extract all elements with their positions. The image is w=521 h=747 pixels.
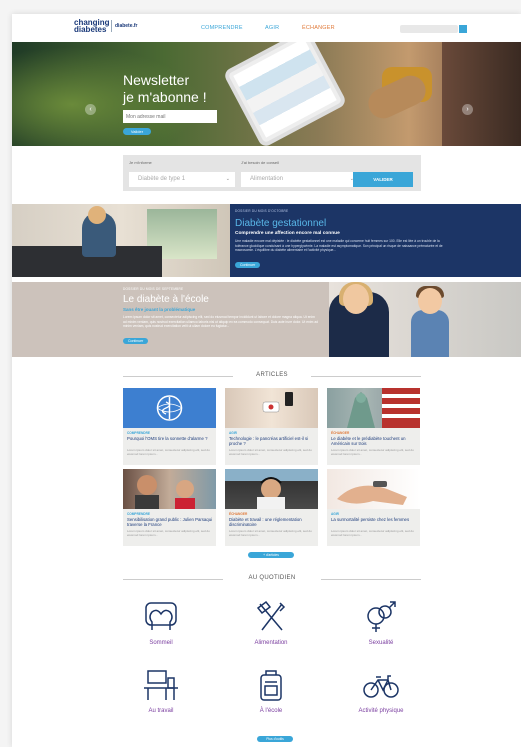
feature-body: Une maladie encore mal dépistée : le dia… [235,239,443,253]
article-card[interactable]: ÉCHANGER Le diabète et le prédiabète tou… [327,388,420,465]
article-excerpt: Lorem ipsum dolor sit amet, consectetur … [229,529,312,537]
nav-agir[interactable]: AGIR [265,25,279,31]
cyclist-portrait-image [123,469,216,509]
pilot-cockpit-image [225,469,318,509]
logo-divider [111,20,112,32]
nav-comprendre[interactable]: COMPRENDRE [201,25,243,31]
more-articles-button[interactable]: + d'articles [248,552,294,558]
filter-label-advice: J'ai besoin de conseil [241,160,279,165]
carousel-prev-icon[interactable]: ‹ [85,104,96,115]
daily-item-food[interactable]: Alimentation [231,600,311,646]
carousel-next-icon[interactable]: › [462,104,473,115]
filter-bar: Je m'informe J'ai besoin de conseil Diab… [123,155,421,191]
search-button[interactable] [459,25,467,33]
daily-item-work[interactable]: Au travail [121,668,201,714]
daily-label: Sommeil [149,640,173,646]
feature-title[interactable]: Diabète gestationnel [235,218,521,229]
cutlery-icon [256,600,286,631]
gender-icon [367,601,396,632]
logo-line2: diabetes [74,25,107,34]
articles-heading: ARTICLES [123,371,421,381]
daily-item-sleep[interactable]: Sommeil [121,600,201,646]
article-card[interactable]: COMPRENDRE Pourquoi l'OMS tire la sonnet… [123,388,216,465]
header: changing diabetes diabete.fr COMPRENDRE … [12,14,521,42]
bicycle-icon [363,675,399,698]
article-excerpt: Lorem ipsum dolor sit amet, consectetur … [331,529,414,537]
select-diabetes-type[interactable]: Diabète de type 1 ⌄ [129,172,235,187]
sleep-icon [145,602,177,630]
daily-label: Alimentation [254,640,288,646]
nav-echanger[interactable]: ÉCHANGER [302,25,335,31]
newsletter-email-input[interactable] [123,110,217,123]
tablet-image [222,42,348,146]
feature-continue-button[interactable]: Continuer [123,337,149,344]
feature-school-diabetes: DOSSIER DU MOIS DE SEPTEMBRE Le diabète … [12,282,521,357]
logo-site: diabete.fr [115,23,138,29]
article-category: AGIR [229,431,237,435]
newsletter-submit-button[interactable]: Valider [123,128,151,135]
glucose-test-image [327,469,420,509]
feature-subtitle: Comprendre une affection encore mal conn… [235,231,340,236]
article-category: ÉCHANGER [331,431,350,435]
desk-icon [144,670,178,700]
feature-continue-button[interactable]: Continuer [235,261,261,268]
feature-gestational-diabetes: DOSSIER DU MOIS D'OCTOBRE Diabète gestat… [12,204,521,277]
article-excerpt: Lorem ipsum dolor sit amet, consectetur … [331,448,414,456]
article-card[interactable]: AGIR Technologie : le pancréas artificie… [225,388,318,465]
statue-of-liberty-image [327,388,420,428]
search-input[interactable] [400,25,458,33]
page: changing diabetes diabete.fr COMPRENDRE … [12,14,521,747]
filter-label-info: Je m'informe [129,160,152,165]
feature-title[interactable]: Le diabète à l'école [123,294,318,305]
chevron-down-icon: ⌄ [225,176,230,182]
more-tools-button[interactable]: Plus d'outils [257,736,293,742]
article-category: AGIR [331,512,339,516]
daily-item-activity[interactable]: Activité physique [341,668,421,714]
backpack-icon [260,670,282,701]
daily-label: À l'école [259,708,283,714]
article-title[interactable]: Technologie : le pancréas artificiel est… [229,436,315,446]
article-title[interactable]: Sensibilisation grand public : Julien Pa… [127,517,213,527]
feature-tag: DOSSIER DU MOIS D'OCTOBRE [235,209,289,213]
article-title[interactable]: Pourquoi l'OMS tire la sonnette d'alarme… [127,436,213,441]
hero-title: Newsletter je m'abonne ! [123,72,207,105]
feature-tag: DOSSIER DU MOIS DE SEPTEMBRE [123,287,184,291]
pancreas-device-image [225,388,318,428]
article-card[interactable]: AGIR La surmortalité persiste chez les f… [327,469,420,546]
daily-item-school[interactable]: À l'école [231,668,311,714]
daily-label: Sexualité [368,640,394,646]
article-title[interactable]: Diabète et travail : une réglementation … [229,517,315,527]
daily-heading: AU QUOTIDIEN [123,574,421,584]
daily-item-sexuality[interactable]: Sexualité [341,600,421,646]
feature-subtitle: Sans être jouant la problématique [123,307,196,312]
article-category: ÉCHANGER [229,512,248,516]
article-title[interactable]: Le diabète et le prédiabète touchent un … [331,436,417,446]
select-advice-topic[interactable]: Alimentation ⌄ [241,172,359,187]
article-excerpt: Lorem ipsum dolor sit amet, consectetur … [127,448,210,456]
daily-label: Au travail [148,708,174,714]
who-logo-image [123,388,216,428]
article-card[interactable]: COMPRENDRE Sensibilisation grand public … [123,469,216,546]
article-excerpt: Lorem ipsum dolor sit amet, consectetur … [229,448,312,456]
feature-image [12,204,230,277]
article-category: COMPRENDRE [127,431,151,435]
article-category: COMPRENDRE [127,512,151,516]
article-title[interactable]: La surmortalité persiste chez les femmes [331,517,417,522]
site-logo[interactable]: changing diabetes diabete.fr [74,19,138,34]
daily-label: Activité physique [358,708,404,714]
article-excerpt: Lorem ipsum dolor sit amet, consectetur … [127,529,210,537]
filter-submit-button[interactable]: VALIDER [353,172,413,187]
feature-body: Lorem ipsum dolor sit amet, consectetur … [123,315,318,329]
feature-image [329,282,521,357]
newsletter-hero: ‹ › Newsletter je m'abonne ! Valider [12,42,521,146]
article-card[interactable]: ÉCHANGER Diabète et travail : une réglem… [225,469,318,546]
